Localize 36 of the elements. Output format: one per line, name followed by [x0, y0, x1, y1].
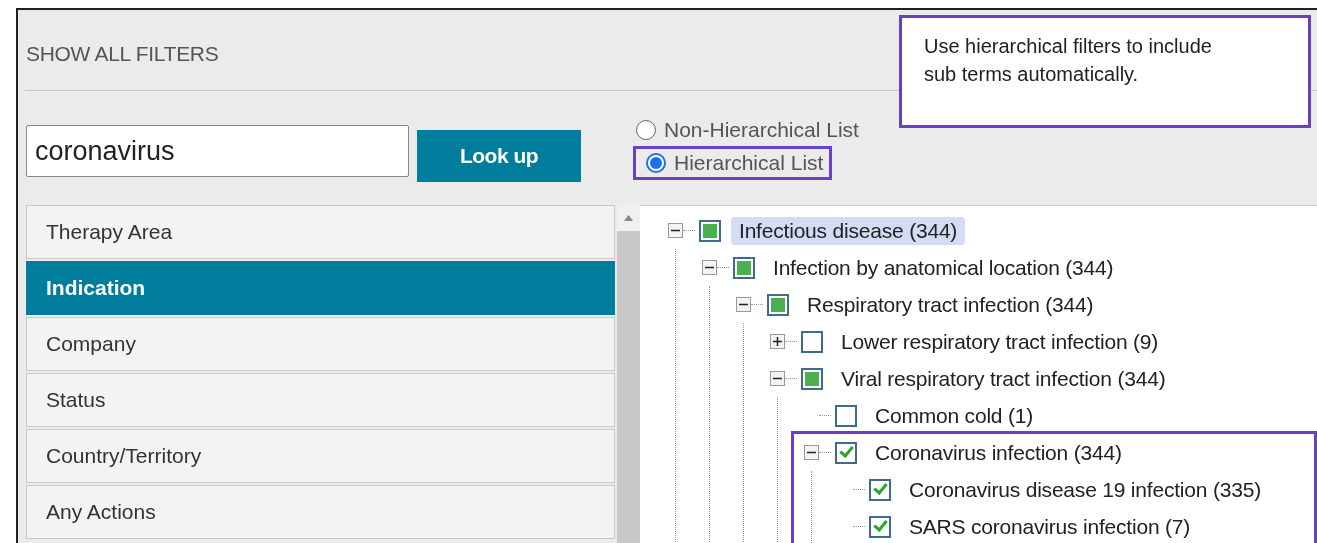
tree-item[interactable]: Common cold (1) [867, 401, 1042, 430]
tree-item[interactable]: Coronavirus disease 19 infection (335) [901, 475, 1269, 504]
expand-icon[interactable] [770, 334, 785, 349]
tree-item[interactable]: Infection by anatomical location (344) [765, 253, 1122, 282]
tree-item[interactable]: Coronavirus infection (344) [867, 438, 1130, 467]
collapse-icon[interactable] [770, 371, 785, 386]
tree-item[interactable]: SARS coronavirus infection (7) [901, 512, 1199, 541]
radio-option[interactable]: Hierarchical List [633, 146, 833, 180]
search-field[interactable]: coronavirus [26, 125, 409, 177]
collapse-icon[interactable] [702, 260, 717, 275]
checkbox[interactable] [801, 330, 823, 353]
scroll-up-icon[interactable] [624, 215, 633, 221]
checkbox[interactable] [835, 404, 857, 427]
collapse-icon[interactable] [668, 223, 683, 238]
tree-item[interactable]: Infectious disease (344) [731, 216, 966, 245]
filter-category[interactable]: Therapy Area [26, 205, 616, 259]
tree-item[interactable]: Respiratory tract infection (344) [799, 290, 1102, 319]
radio-button[interactable] [636, 120, 656, 140]
tree-item[interactable]: Lower respiratory tract infection (9) [833, 327, 1167, 356]
filter-category[interactable]: Company [26, 317, 616, 371]
collapse-icon[interactable] [804, 445, 819, 460]
scrollbar[interactable] [617, 205, 640, 543]
radio-button[interactable] [646, 153, 666, 173]
checkbox[interactable] [869, 515, 891, 538]
radio-option[interactable]: Non-Hierarchical List [626, 113, 868, 147]
tree-item[interactable]: Viral respiratory tract infection (344) [833, 364, 1174, 393]
look-up-button[interactable]: Look up [417, 130, 581, 182]
callout-text: Use hierarchical filters to include sub terms automatically. [899, 15, 1311, 128]
checkbox[interactable] [835, 441, 857, 464]
filter-category[interactable]: Any Actions [26, 485, 616, 539]
panel-title: SHOW ALL FILTERS [26, 42, 219, 67]
filter-category[interactable]: Status [26, 373, 616, 427]
checkbox[interactable] [869, 478, 891, 501]
collapse-icon[interactable] [736, 297, 751, 312]
filter-category[interactable]: Indication [26, 261, 616, 315]
filter-category[interactable]: Country/Territory [26, 429, 616, 483]
